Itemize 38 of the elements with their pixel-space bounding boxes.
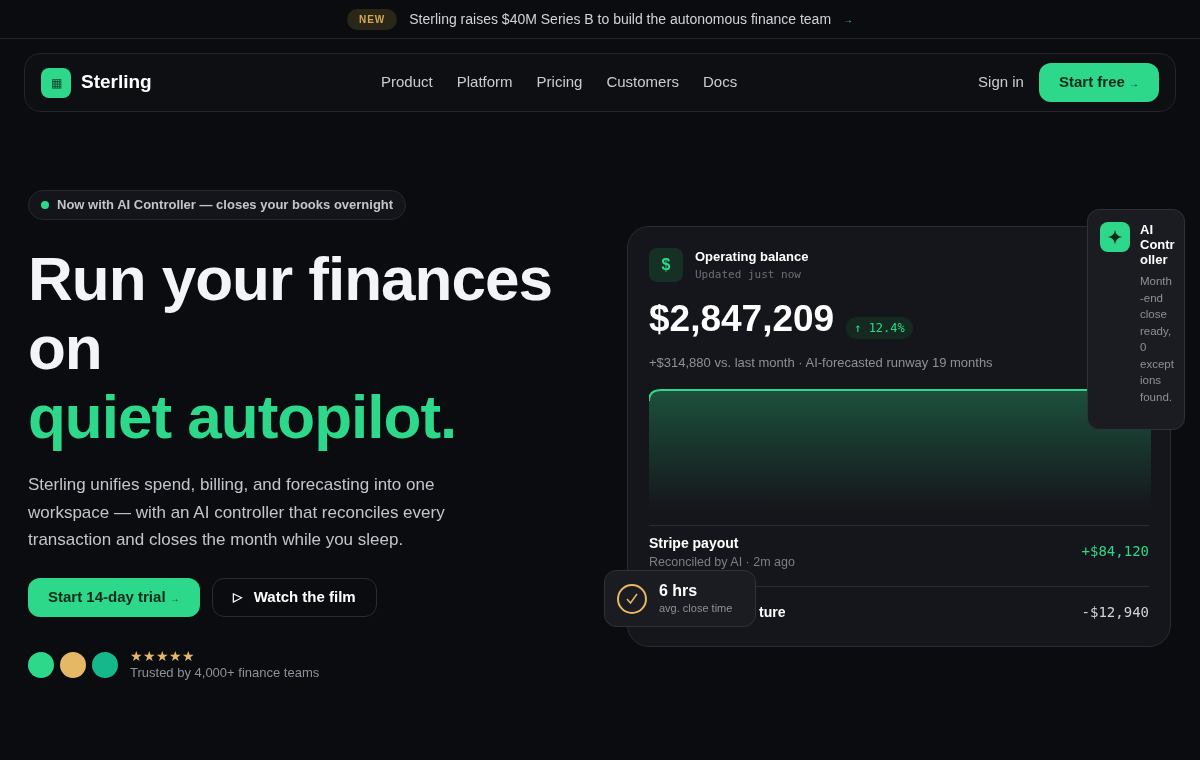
nav-link[interactable]: Platform xyxy=(456,71,513,94)
trust-text: Trusted by 4,000+ finance teams xyxy=(130,663,320,682)
arrow-icon: → xyxy=(843,11,854,27)
sign-in-link[interactable]: Sign in xyxy=(978,71,1024,94)
dollar-icon: $ xyxy=(649,248,683,282)
card-title: Operating balance xyxy=(695,248,809,266)
pill-text: Now with AI Controller — closes your books overnight xyxy=(57,196,394,215)
hero-description: Sterling unifies spend, billing, and forecasting into one workspace — with an AI controller that reconciles every transaction and closes the month while you sleep. xyxy=(28,474,446,551)
ai-card-title: AI Controller xyxy=(1140,222,1176,267)
nav-link[interactable]: Docs xyxy=(702,71,738,94)
ai-card-body: Month-end close ready, 0 exceptions found. xyxy=(1140,274,1174,405)
announcement-text[interactable]: Sterling raises $40M Series B to build the autonomous finance team xyxy=(409,8,832,30)
balance-note: +$314,880 vs. last month · AI-forecasted runway 19 months xyxy=(649,354,993,372)
hero-heading: on xyxy=(28,313,103,382)
start-free-button[interactable]: Start free → xyxy=(1038,63,1159,102)
check-icon xyxy=(617,583,647,614)
transaction-amount: +$84,120 xyxy=(1081,541,1149,561)
change-badge: ↑ 12.4% xyxy=(846,317,913,339)
balance-amount: $2,847,209 xyxy=(649,297,835,341)
watch-film-button[interactable]: ▷ Watch the film xyxy=(211,577,377,617)
nav-link[interactable]: Product xyxy=(381,71,433,94)
hero-heading-accent: quiet autopilot. xyxy=(28,382,458,451)
close-time-label: avg. close time xyxy=(659,600,733,616)
transaction-title: Stripe payout xyxy=(649,533,740,553)
transaction-title: ture xyxy=(759,602,786,622)
nav-link[interactable]: Customers xyxy=(606,71,679,94)
star-rating: ★★★★★ xyxy=(130,648,196,663)
sparkle-icon xyxy=(1100,222,1130,252)
new-badge: NEW xyxy=(346,8,398,30)
brand-name[interactable]: Sterling xyxy=(81,68,152,97)
logo-icon[interactable]: ▦ xyxy=(41,67,71,98)
start-trial-button[interactable]: Start 14-day trial → xyxy=(28,577,200,617)
nav-link[interactable]: Pricing xyxy=(536,71,583,94)
close-time-value: 6 hrs xyxy=(659,580,699,600)
hero-heading: Run your finances xyxy=(28,244,553,313)
card-subtitle: Updated just now xyxy=(695,266,802,283)
transaction-subtitle: Reconciled by AI · 2m ago xyxy=(649,553,795,570)
transaction-amount: -$12,940 xyxy=(1081,602,1149,622)
